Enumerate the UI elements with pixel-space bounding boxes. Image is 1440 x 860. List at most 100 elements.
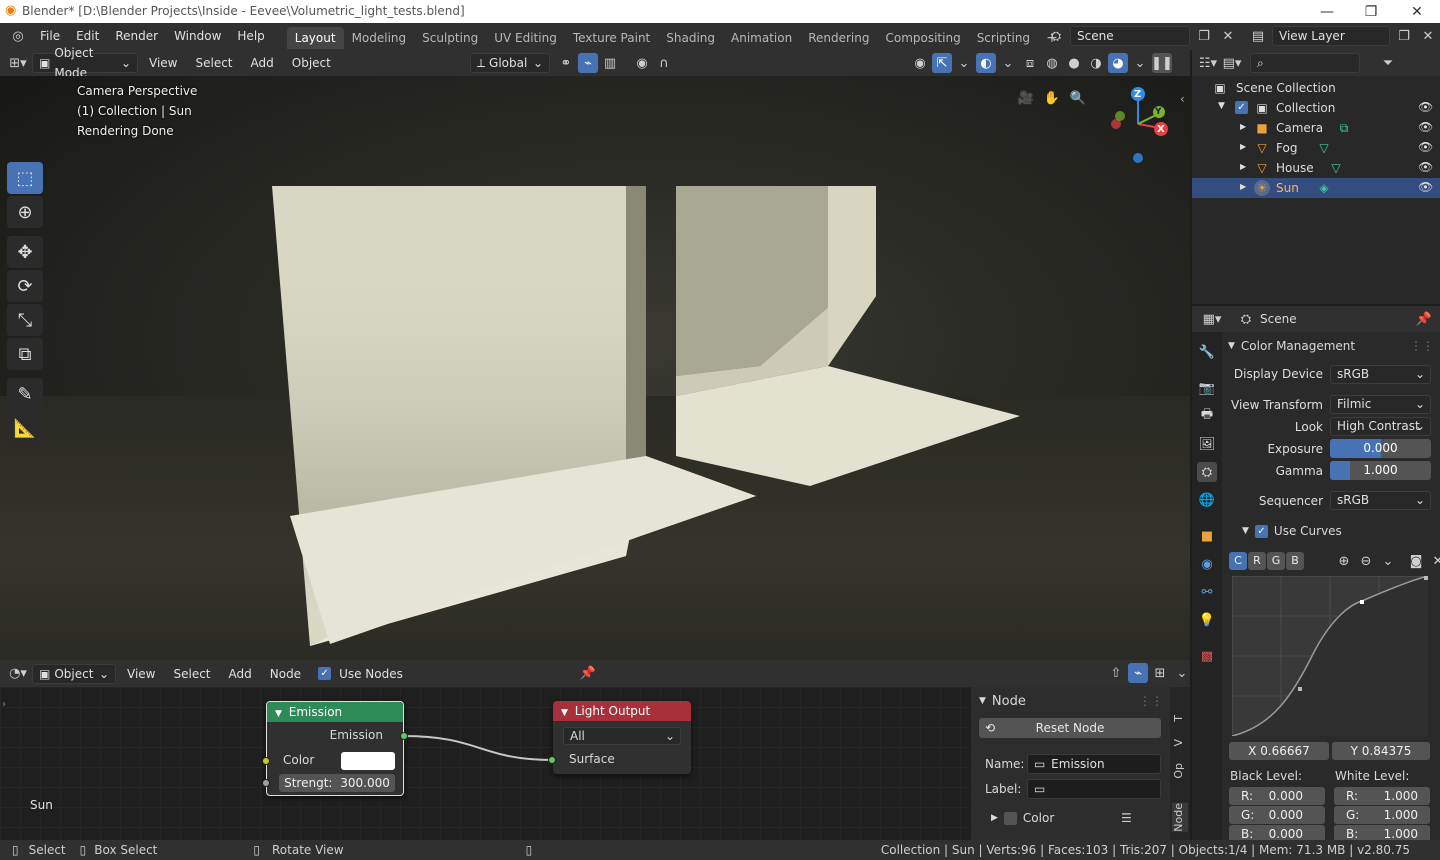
tool-tab-icon[interactable]: 🔧 <box>1197 342 1217 362</box>
zoom-icon[interactable]: 🔍 <box>1068 88 1088 108</box>
curve-channel-c[interactable]: C <box>1229 552 1247 570</box>
pin-icon[interactable]: 📌 <box>1414 309 1434 329</box>
camera-data-icon[interactable]: ⧉ <box>1336 120 1352 136</box>
curve-y-field[interactable]: Y 0.84375 <box>1332 742 1430 760</box>
node-menu-select[interactable]: Select <box>166 664 217 684</box>
node-snap-target-icon[interactable]: ⊞ <box>1150 663 1170 683</box>
sidebar-toggle-icon[interactable]: ‹ <box>1180 92 1185 106</box>
tab-rendering[interactable]: Rendering <box>800 27 877 49</box>
overlay-toggle-icon[interactable]: ◐ <box>976 53 996 73</box>
view-layer-tab-icon[interactable]: 🖼 <box>1197 434 1217 454</box>
curve-channel-r[interactable]: R <box>1248 552 1266 570</box>
shading-dropdown-icon[interactable]: ⌄ <box>1130 53 1150 73</box>
collapse-arrow-icon[interactable]: ▼ <box>1218 101 1225 111</box>
outliner-scene-collection[interactable]: ▣ Scene Collection <box>1192 78 1440 98</box>
collapse-arrow-icon[interactable]: ▼ <box>275 709 282 719</box>
black-level-g-field[interactable]: G: 0.000 <box>1229 806 1325 824</box>
move-tool-icon[interactable]: ✥ <box>7 236 43 268</box>
look-dropdown[interactable]: High Contrast ⌄ <box>1330 417 1431 436</box>
expand-arrow-icon[interactable]: ▶ <box>1240 142 1246 151</box>
outliner-search-input[interactable]: ⌕ <box>1250 53 1360 73</box>
tab-scripting[interactable]: Scripting <box>969 27 1038 49</box>
expand-arrow-icon[interactable]: ▶ <box>1240 122 1246 131</box>
close-button[interactable]: ✕ <box>1394 0 1440 23</box>
drag-handle-icon[interactable]: ⋮⋮ <box>1139 694 1163 708</box>
curve-channel-b[interactable]: B <box>1286 552 1304 570</box>
gizmo-dropdown-icon[interactable]: ⌄ <box>954 53 974 73</box>
scene-tab-icon[interactable]: ⛭ <box>1197 462 1217 482</box>
strength-input-socket[interactable] <box>262 779 270 787</box>
surface-input-socket[interactable] <box>548 756 556 764</box>
scene-name-field[interactable]: Scene <box>1070 26 1190 46</box>
texture-tab-icon[interactable]: ▩ <box>1197 646 1217 666</box>
filter-icon[interactable]: ⏷ <box>1378 53 1398 73</box>
use-nodes-checkbox[interactable]: ✓ <box>318 667 332 680</box>
mode-dropdown[interactable]: ▣ Object Mode ⌄ <box>32 46 138 80</box>
exposure-slider[interactable]: 0.000 <box>1330 439 1431 458</box>
tab-animation[interactable]: Animation <box>723 27 800 49</box>
node-snap-icon[interactable]: ⌁ <box>1128 663 1148 683</box>
scene-icon[interactable]: ⛭ <box>1046 26 1066 46</box>
camera-view-icon[interactable]: 🎥 <box>1016 88 1036 108</box>
object-tab-icon[interactable]: ■ <box>1197 526 1217 546</box>
transform-orientation-dropdown[interactable]: ⟂ Global ⌄ <box>470 53 550 73</box>
tab-sculpting[interactable]: Sculpting <box>414 27 486 49</box>
use-curves-checkbox[interactable]: ✓ <box>1254 524 1268 538</box>
outliner-item-sun[interactable]: ▶ ☀ Sun ◈ 👁 <box>1192 178 1440 198</box>
collapse-arrow-icon[interactable]: ▼ <box>561 708 568 718</box>
output-tab-icon[interactable]: 🖶 <box>1197 406 1217 426</box>
new-view-layer-icon[interactable]: ❐ <box>1394 26 1414 46</box>
node-color-row[interactable]: ▶ Color <box>991 811 1054 825</box>
pan-hand-icon[interactable]: ✋ <box>1042 88 1062 108</box>
light-output-target-dropdown[interactable]: All ⌄ <box>563 727 681 745</box>
reset-curve-icon[interactable]: ✕ <box>1428 551 1440 571</box>
tab-texture-paint[interactable]: Texture Paint <box>565 27 658 49</box>
snap-icon[interactable]: ⌁ <box>578 53 598 73</box>
collection-checkbox[interactable]: ✓ <box>1235 101 1248 114</box>
menu-help[interactable]: Help <box>229 23 272 50</box>
node-name-field[interactable]: ▭ Emission <box>1027 754 1161 774</box>
node-color-checkbox[interactable] <box>1003 811 1017 825</box>
light-output-node[interactable]: ▼ Light Output All ⌄ Surface <box>548 701 691 774</box>
outliner-item-camera[interactable]: ▶ ■ Camera ⧉ 👁 <box>1192 118 1440 138</box>
view-layer-icon[interactable]: ▤ <box>1248 26 1268 46</box>
clip-icon[interactable]: ◙ <box>1406 551 1426 571</box>
black-level-r-field[interactable]: R: 0.000 <box>1229 787 1325 805</box>
tab-shading[interactable]: Shading <box>658 27 723 49</box>
display-mode-icon[interactable]: ▤▾ <box>1222 53 1242 73</box>
expand-arrow-icon[interactable]: ▶ <box>1240 162 1246 171</box>
eye-icon[interactable]: 👁 <box>1418 140 1433 154</box>
properties-editor-type-icon[interactable]: ▦▾ <box>1202 309 1222 329</box>
emission-color-swatch[interactable] <box>341 752 395 770</box>
measure-tool-icon[interactable]: 📐 <box>7 412 43 444</box>
black-level-b-field[interactable]: B: 0.000 <box>1229 825 1325 840</box>
delete-scene-icon[interactable]: ✕ <box>1218 26 1238 46</box>
eye-icon[interactable]: 👁 <box>1418 160 1433 174</box>
xray-icon[interactable]: ⧈ <box>1020 53 1040 73</box>
sidebar-tab-t[interactable]: T <box>1172 715 1188 722</box>
minimize-button[interactable]: — <box>1304 0 1350 23</box>
gamma-slider[interactable]: 1.000 <box>1330 461 1431 480</box>
reset-node-button[interactable]: ⟲ Reset Node <box>979 718 1161 738</box>
rotate-tool-icon[interactable]: ⟳ <box>7 270 43 302</box>
mesh-data-icon[interactable]: ▽ <box>1328 160 1344 176</box>
outliner-collection[interactable]: ▼ ✓ ▣ Collection 👁 <box>1192 98 1440 118</box>
menu-select[interactable]: Select <box>188 53 239 73</box>
node-snap-dropdown-icon[interactable]: ⌄ <box>1172 663 1192 683</box>
pause-render-icon[interactable]: ❚❚ <box>1151 53 1173 73</box>
zoom-in-icon[interactable]: ⊕ <box>1334 551 1354 571</box>
white-level-g-field[interactable]: G: 1.000 <box>1334 806 1430 824</box>
menu-object[interactable]: Object <box>285 53 338 73</box>
editor-type-icon[interactable]: ⊞▾ <box>8 53 28 73</box>
sidebar-tab-node[interactable]: Node <box>1172 803 1188 832</box>
node-panel-header[interactable]: ▼ Node ⋮⋮ <box>979 691 1163 711</box>
new-scene-icon[interactable]: ❐ <box>1194 26 1214 46</box>
curve-editor[interactable] <box>1232 576 1428 736</box>
tab-compositing[interactable]: Compositing <box>877 27 968 49</box>
eye-icon[interactable]: 👁 <box>1418 180 1433 194</box>
3d-viewport[interactable]: ⬚ ⊕ ✥ ⟳ ⤡ ⧉ ✎ 📐 Camera Perspective (1) C… <box>0 76 1190 660</box>
white-level-r-field[interactable]: R: 1.000 <box>1334 787 1430 805</box>
physics-tab-icon[interactable]: ◉ <box>1197 554 1217 574</box>
shader-type-dropdown[interactable]: ▣ Object ⌄ <box>32 663 116 684</box>
emission-output-socket[interactable] <box>400 732 408 740</box>
